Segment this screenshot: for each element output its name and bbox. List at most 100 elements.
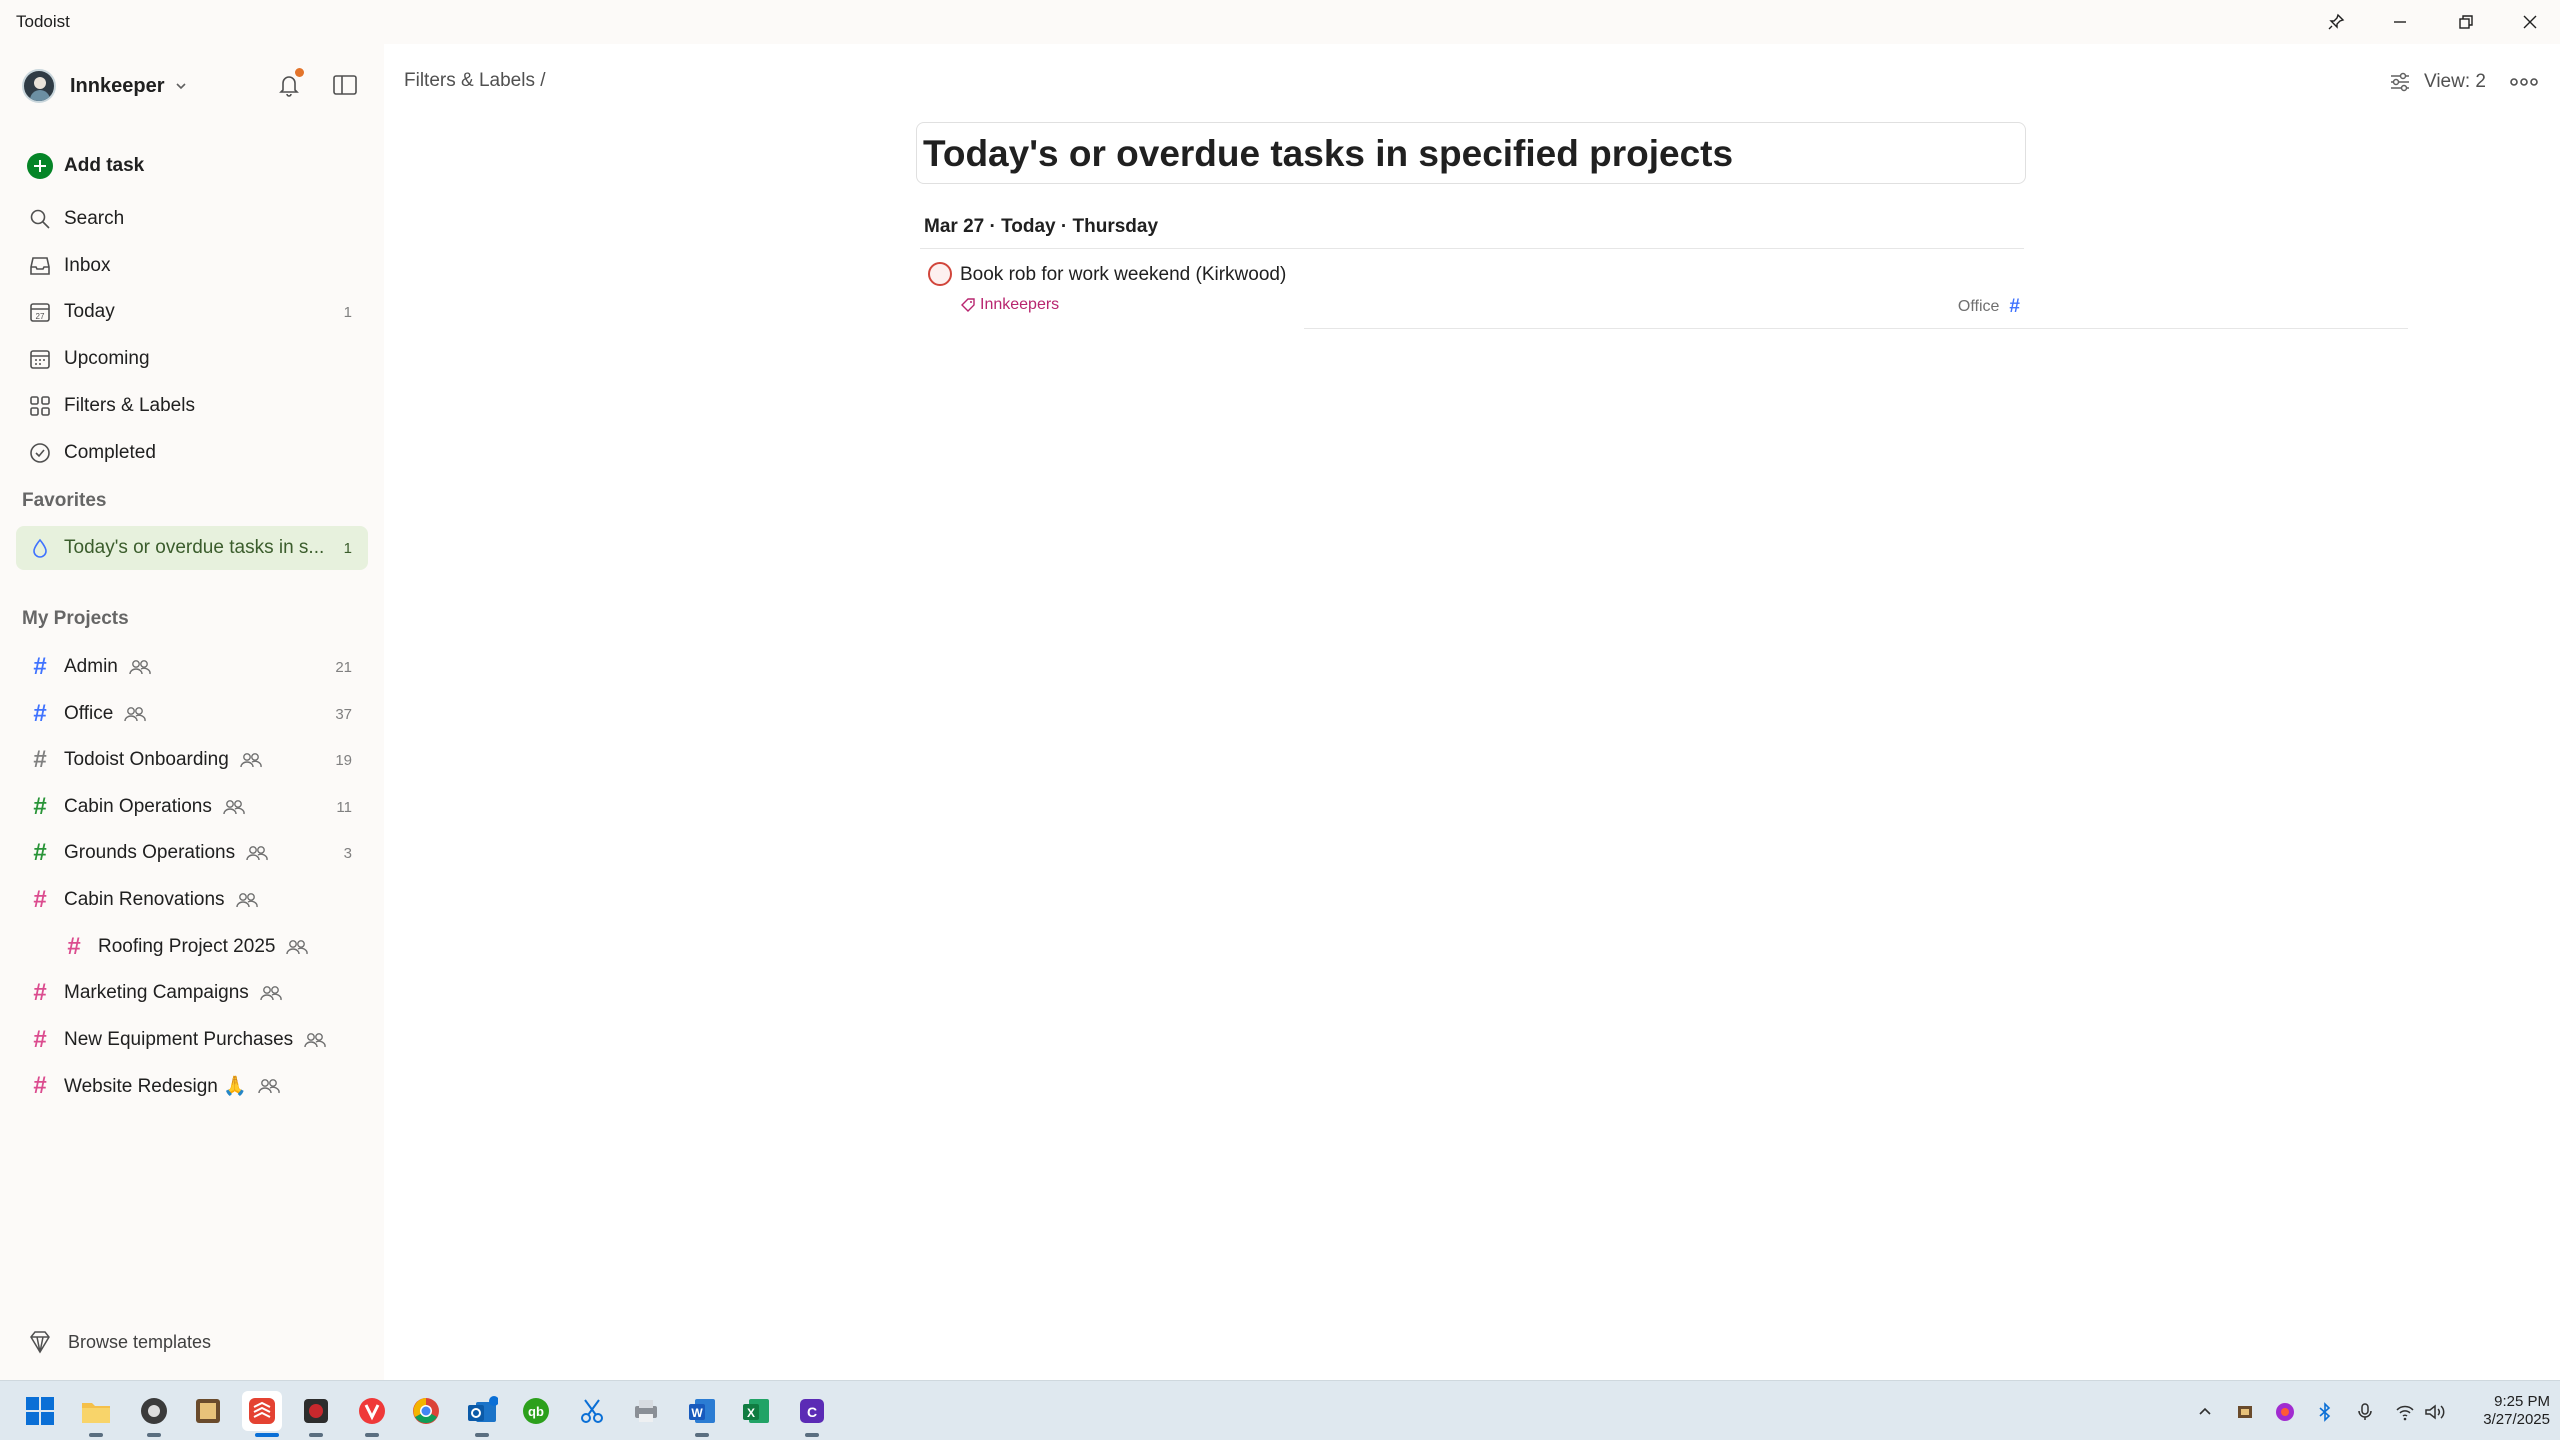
volume-icon[interactable] [2424,1401,2446,1423]
my-projects-heading: My Projects [22,608,129,629]
pin-button[interactable] [2308,4,2364,40]
close-button[interactable] [2502,4,2558,40]
project-item[interactable]: # Office 37 [16,692,368,736]
project-label: Office [64,703,114,724]
project-hash-icon: # [33,793,47,820]
app-taskbar-button[interactable] [188,1391,228,1431]
running-indicator [309,1433,323,1437]
tray-colorful-app-icon[interactable] [2274,1401,2296,1423]
task-label-chip[interactable]: Innkeepers [960,296,1059,314]
add-task-button[interactable]: Add task [16,144,368,188]
start-button[interactable] [20,1391,60,1431]
browse-templates-button[interactable]: Browse templates [26,1328,211,1356]
toggle-sidebar-icon[interactable] [330,70,360,100]
user-name: Innkeeper [70,74,165,97]
project-item[interactable]: # Website Redesign 🙏 [16,1064,368,1108]
project-hash-icon: # [33,653,47,680]
shared-people-icon [124,707,146,722]
project-hash-icon: # [33,746,47,773]
task-project-link[interactable]: Office # [1958,296,2020,318]
running-indicator [365,1433,379,1437]
excel-taskbar-button[interactable]: X [736,1391,776,1431]
shared-people-icon [304,1033,326,1048]
bluetooth-icon[interactable] [2314,1401,2336,1423]
svg-text:27: 27 [36,312,45,321]
active-indicator [255,1433,279,1437]
app-title: Todoist [16,12,70,31]
project-label: Cabin Operations [64,796,212,817]
nav-completed[interactable]: Completed [16,431,368,475]
project-label: New Equipment Purchases [64,1029,294,1050]
calendar-today-icon: 27 [26,298,54,326]
project-label: Roofing Project 2025 [98,936,276,957]
project-item[interactable]: # Marketing Campaigns [16,971,368,1015]
purple-app-icon: C [800,1399,824,1423]
word-taskbar-button[interactable]: W [682,1391,722,1431]
project-item[interactable]: # Cabin Renovations [16,878,368,922]
view-label: View: 2 [2424,71,2486,92]
restore-button[interactable] [2438,4,2494,40]
nav-upcoming[interactable]: Upcoming [16,337,368,381]
vivaldi-taskbar-button[interactable] [352,1391,392,1431]
shared-people-icon [286,940,309,955]
page-title: Today's or overdue tasks in specified pr… [923,133,1734,174]
favorite-filter-item[interactable]: Today's or overdue tasks in s... 1 [16,526,368,570]
nav-search[interactable]: Search [16,197,368,241]
project-item[interactable]: # Grounds Operations 3 [16,831,368,875]
nav-today[interactable]: 27 Today 1 [16,290,368,334]
more-options-button[interactable] [2504,66,2544,98]
chrome-taskbar-button[interactable] [406,1391,446,1431]
plus-circle-icon [26,152,54,180]
running-indicator [695,1433,709,1437]
project-hash-icon: # [33,886,47,913]
project-label: Admin [64,656,118,677]
system-clock[interactable]: 9:25 PM 3/27/2025 [2450,1393,2550,1429]
tray-overflow-chevron-up-icon[interactable] [2194,1401,2216,1423]
close-icon [2523,15,2537,29]
nav-filters-labels[interactable]: Filters & Labels [16,384,368,428]
project-item[interactable]: # Roofing Project 2025 [16,925,368,969]
tray-app-icon[interactable] [2234,1401,2256,1423]
todoist-taskbar-button[interactable] [242,1391,282,1431]
project-hash-icon: # [33,1026,47,1053]
project-item[interactable]: # Cabin Operations 11 [16,785,368,829]
minimize-button[interactable] [2372,4,2428,40]
breadcrumb[interactable]: Filters & Labels / [404,70,546,92]
running-indicator [475,1433,489,1437]
project-item[interactable]: # Admin 21 [16,645,368,689]
calendar-upcoming-icon [26,345,54,373]
project-count: 3 [343,844,352,862]
quickbooks-taskbar-button[interactable]: qb [516,1391,556,1431]
task-complete-checkbox[interactable] [928,262,952,286]
add-task-label: Add task [64,155,145,176]
user-menu[interactable]: Innkeeper [22,66,188,106]
app-taskbar-button[interactable] [626,1391,666,1431]
running-indicator [147,1433,161,1437]
app-taskbar-button[interactable]: C [792,1391,832,1431]
scissors-icon [581,1399,603,1423]
microphone-icon[interactable] [2354,1401,2376,1423]
project-item[interactable]: # New Equipment Purchases [16,1018,368,1062]
notification-dot [295,68,304,77]
project-count: 21 [335,658,352,676]
task-item[interactable]: Book rob for work weekend (Kirkwood) Inn… [920,254,2024,328]
file-explorer-taskbar-button[interactable] [76,1391,116,1431]
running-indicator [89,1433,103,1437]
project-item[interactable]: # Todoist Onboarding 19 [16,738,368,782]
browse-templates-label: Browse templates [68,1331,212,1352]
folder-icon [82,1403,110,1423]
filter-title-box[interactable]: Today's or overdue tasks in specified pr… [916,122,2026,184]
inbox-icon [26,252,54,280]
snipping-tool-taskbar-button[interactable] [572,1391,612,1431]
view-options-button[interactable]: View: 2 [2388,64,2486,100]
shared-people-icon [246,846,268,861]
window-titlebar: Todoist [0,0,2560,44]
nav-inbox[interactable]: Inbox [16,244,368,288]
app-taskbar-button[interactable] [296,1391,336,1431]
wifi-icon[interactable] [2394,1401,2416,1423]
outlook-taskbar-button[interactable] [462,1391,502,1431]
task-title[interactable]: Book rob for work weekend (Kirkwood) [960,264,1286,286]
app-taskbar-button[interactable] [134,1391,174,1431]
shared-people-icon [260,986,282,1001]
restore-icon [2459,15,2473,29]
